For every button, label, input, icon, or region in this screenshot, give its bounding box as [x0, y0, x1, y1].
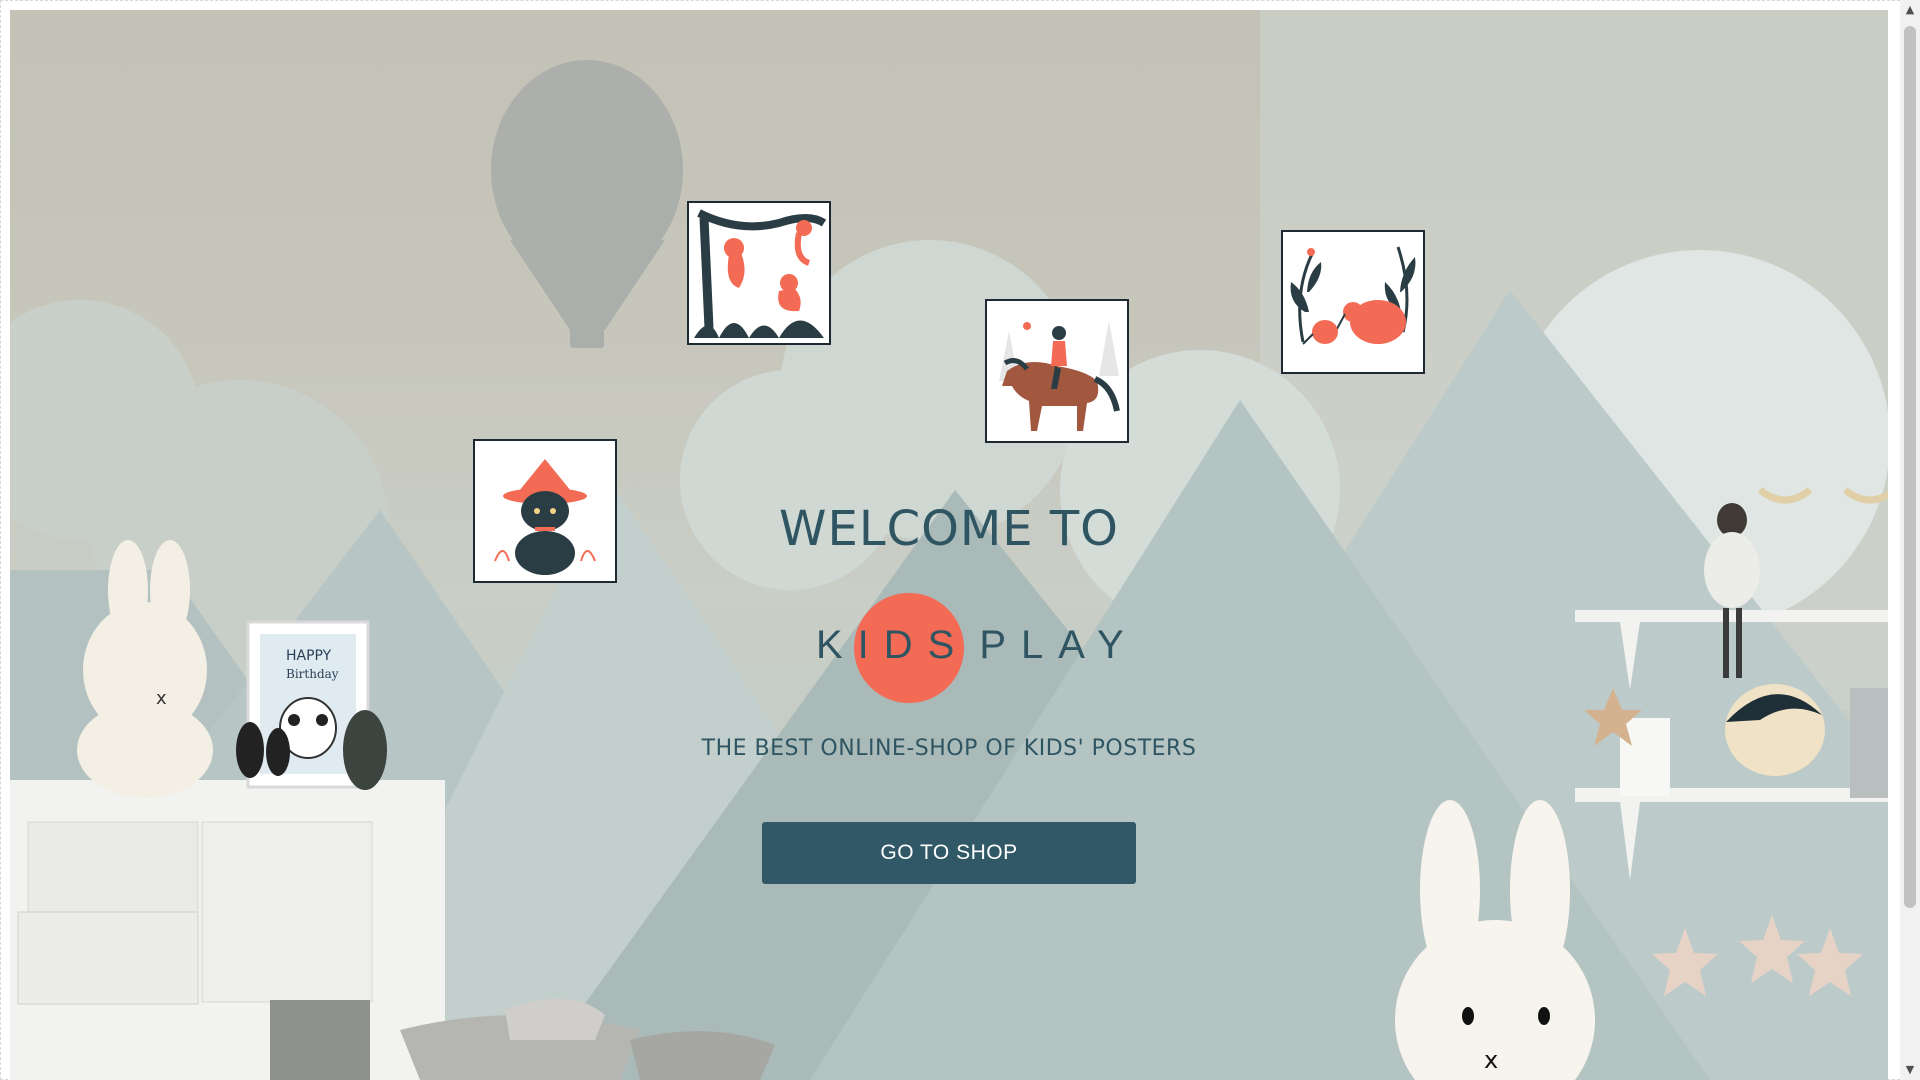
svg-text:x: x: [1484, 1046, 1498, 1074]
poster-monkeys[interactable]: [687, 201, 831, 345]
brand-play-text: PLAY: [979, 623, 1139, 667]
poster-horse-rider[interactable]: [985, 299, 1129, 443]
vertical-scrollbar[interactable]: ▲ ▼: [1900, 0, 1920, 1080]
brand-kids-text: KIDS: [816, 623, 970, 667]
brand-logo[interactable]: KIDS PLAY: [816, 593, 1124, 703]
kiwi-illustration-icon: [1283, 232, 1423, 372]
monkeys-illustration-icon: [689, 203, 829, 343]
frame-text-happy: HAPPY: [286, 648, 332, 664]
go-to-shop-button[interactable]: GO TO SHOP: [762, 822, 1136, 884]
scrollbar-thumb[interactable]: [1904, 26, 1916, 908]
horse-rider-illustration-icon: [987, 301, 1127, 441]
poster-kiwi-birds[interactable]: [1281, 230, 1425, 374]
scroll-down-arrow-icon[interactable]: ▼: [1900, 1060, 1920, 1080]
frame-text-birthday: Birthday: [286, 667, 339, 681]
tagline: THE BEST ONLINE-SHOP OF KIDS' POSTERS: [701, 736, 1197, 761]
brand-wordmark: KIDS PLAY: [816, 623, 1139, 673]
welcome-heading: WELCOME TO: [779, 501, 1119, 557]
svg-text:x: x: [156, 688, 167, 709]
hero-section: x HAPPY Birthday x WELCOME TO KIDS PLAY …: [10, 10, 1888, 1080]
scroll-up-arrow-icon[interactable]: ▲: [1900, 0, 1920, 20]
